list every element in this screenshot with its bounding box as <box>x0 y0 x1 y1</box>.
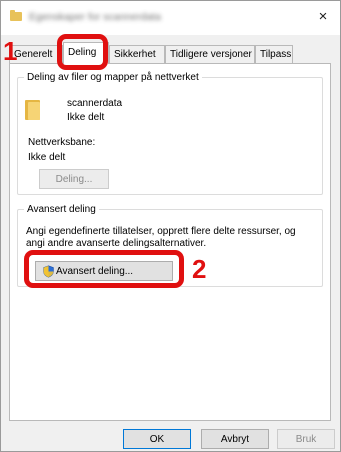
tab-highlight-box <box>57 34 108 70</box>
title-bar: Egenskaper for scannerdata × <box>1 1 340 35</box>
advanced-description-line-2: angi andre avanserte delingsalternativer… <box>26 238 207 249</box>
button-highlight-box <box>24 250 184 288</box>
share-button[interactable]: Deling... <box>39 169 109 189</box>
step-1-marker: 1 <box>3 36 18 66</box>
properties-dialog: Egenskaper for scannerdata × Generelt De… <box>0 0 341 452</box>
close-button[interactable]: × <box>312 7 334 27</box>
apply-button[interactable]: Bruk <box>277 429 335 449</box>
network-path-label: Nettverksbane: <box>28 137 96 148</box>
network-sharing-group-title: Deling av filer og mapper på nettverket <box>24 71 202 84</box>
tab-security[interactable]: Sikkerhet <box>109 45 165 63</box>
folder-icon <box>25 100 40 120</box>
cancel-button[interactable]: Avbryt <box>201 429 269 449</box>
tab-customize[interactable]: Tilpass <box>255 45 293 63</box>
folder-name: scannerdata <box>67 98 123 109</box>
advanced-sharing-group-title: Avansert deling <box>24 203 99 216</box>
network-path-value: Ikke delt <box>28 152 66 163</box>
window-title: Egenskaper for scannerdata <box>29 11 161 23</box>
folder-icon <box>10 10 22 21</box>
ok-button[interactable]: OK <box>123 429 191 449</box>
step-2-marker: 2 <box>192 254 207 284</box>
folder-share-status: Ikke delt <box>67 112 105 123</box>
tab-previous-versions[interactable]: Tidligere versjoner <box>165 45 255 63</box>
